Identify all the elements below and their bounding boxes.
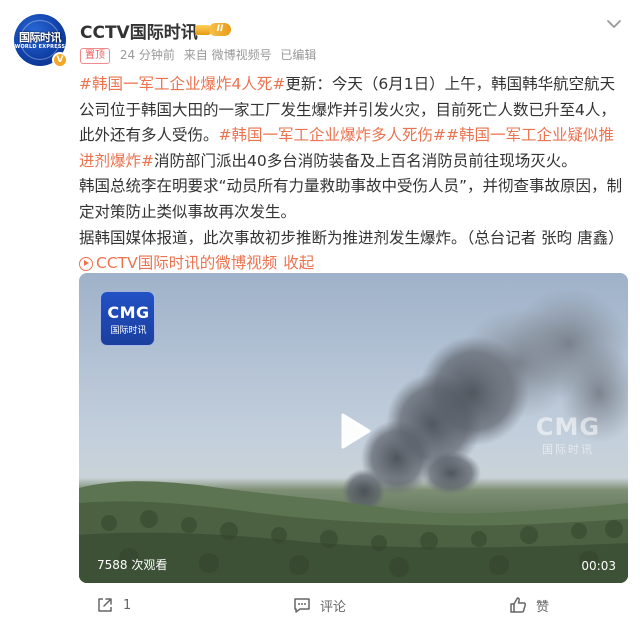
comment-label: 评论 xyxy=(320,599,347,615)
post-source[interactable]: 来自 微博视频号 xyxy=(184,48,272,62)
comment-icon xyxy=(294,598,310,613)
view-count: 7588 次观看 xyxy=(97,558,168,572)
logo-bottom-text: 国际时讯 xyxy=(110,326,147,336)
watermark-bottom-text: 国际时讯 xyxy=(542,443,594,456)
video-player[interactable]: CMG 国际时讯 CMG 国际时讯 7588 次观看 00:03 xyxy=(79,273,628,583)
comment-button[interactable]: 评论 xyxy=(292,594,346,616)
avatar-text: 国际时讯 xyxy=(19,31,62,44)
hashtag-link[interactable]: #韩国一军工企业爆炸4人死# xyxy=(79,75,285,93)
play-button-icon[interactable] xyxy=(331,409,375,453)
hashtag-link[interactable]: #韩国一军工企业爆炸多人死伤# xyxy=(219,126,446,144)
action-bar: 1 评论 赞 xyxy=(0,590,640,620)
more-icon[interactable] xyxy=(604,14,624,34)
share-button[interactable]: 1 xyxy=(95,594,131,616)
account-name[interactable]: CCTV国际时讯 xyxy=(80,18,198,43)
post-meta: 置顶 24 分钟前 来自 微博视频号 已编辑 xyxy=(80,46,321,64)
post-content: #韩国一军工企业爆炸4人死#更新：今天（6月1日）上午，韩国韩华航空航天公司位于… xyxy=(79,72,627,277)
play-circle-icon xyxy=(79,256,93,271)
edited-label[interactable]: 已编辑 xyxy=(280,48,316,62)
paragraph-3: 据韩国媒体报道，此次事故初步推断为推进剂发生爆炸。（总台记者 张昀 唐鑫） xyxy=(79,228,624,247)
post-header: 国际时讯 WORLD EXPRESS V CCTV国际时讯 II 置顶 24 分… xyxy=(12,10,628,68)
paragraph-2: 韩国总统李在明要求“动员所有力量救助事故中受伤人员”，并彻查事故原因，制定对策防… xyxy=(79,177,623,221)
post-time[interactable]: 24 分钟前 xyxy=(120,48,175,62)
watermark-top-text: CMG xyxy=(535,413,601,441)
cmg-logo: CMG 国际时讯 xyxy=(100,291,155,346)
like-button[interactable]: 赞 xyxy=(508,594,549,616)
video-duration: 00:03 xyxy=(581,559,616,573)
share-icon xyxy=(98,598,112,612)
like-icon xyxy=(510,597,527,613)
verified-badge-icon: V xyxy=(52,52,68,68)
logo-top-text: CMG xyxy=(107,303,150,322)
like-label: 赞 xyxy=(536,599,550,615)
paragraph-text: 消防部门派出40多台消防装备及上百名消防员前往现场灭火。 xyxy=(154,151,577,170)
paragraph-1: #韩国一军工企业爆炸4人死#更新：今天（6月1日）上午，韩国韩华航空航天公司位于… xyxy=(79,72,627,174)
member-level-badge[interactable]: II xyxy=(195,20,233,38)
share-count: 1 xyxy=(123,597,132,613)
member-level: II xyxy=(209,23,231,36)
avatar-subtext: WORLD EXPRESS xyxy=(14,44,66,50)
cmg-watermark: CMG 国际时讯 xyxy=(528,413,608,457)
pinned-badge: 置顶 xyxy=(80,48,110,64)
